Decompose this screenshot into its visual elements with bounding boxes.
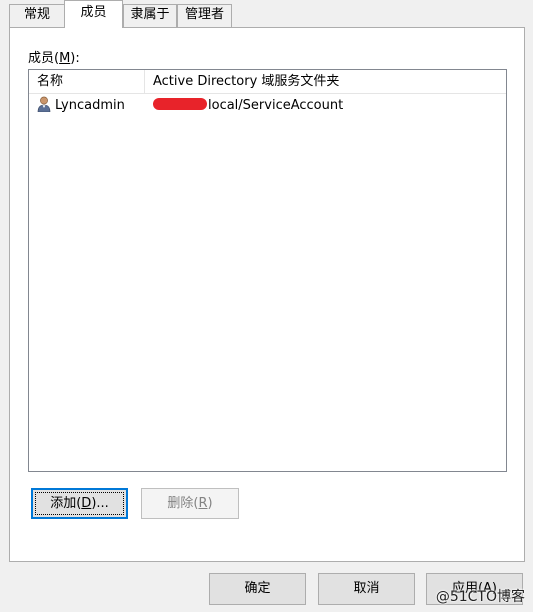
tab-member-of[interactable]: 隶属于 <box>123 4 177 27</box>
member-name: Lyncadmin <box>55 98 125 113</box>
members-tab-page: 成员(M): 名称 Active Directory 域服务文件夹 Lyncad… <box>9 27 525 562</box>
members-list-header: 名称 Active Directory 域服务文件夹 <box>29 70 506 94</box>
members-label: 成员(M): <box>28 47 80 66</box>
remove-button[interactable]: 删除(R) <box>141 488 239 519</box>
cancel-button[interactable]: 取消 <box>318 573 415 605</box>
tab-strip: 常规 成员 隶属于 管理者 <box>0 0 533 28</box>
list-item[interactable]: Lyncadmin local/ServiceAccount <box>29 95 506 117</box>
member-folder-cell: local/ServiceAccount <box>153 95 343 117</box>
tab-managed-by[interactable]: 管理者 <box>177 4 232 27</box>
members-label-suffix: ): <box>70 51 80 66</box>
ok-button[interactable]: 确定 <box>209 573 306 605</box>
member-name-cell: Lyncadmin <box>37 95 125 117</box>
focus-rect <box>35 492 124 515</box>
user-icon <box>37 96 51 112</box>
remove-label-suffix: ) <box>207 496 213 511</box>
column-header-name[interactable]: 名称 <box>29 70 145 94</box>
watermark: @51CTO博客 <box>435 589 525 605</box>
members-label-prefix: 成员( <box>28 51 60 66</box>
tab-members[interactable]: 成员 <box>64 0 123 28</box>
members-label-access-key: M <box>59 51 71 66</box>
tab-general[interactable]: 常规 <box>9 4 65 27</box>
remove-label-prefix: 删除( <box>167 496 199 511</box>
members-list[interactable]: 名称 Active Directory 域服务文件夹 Lyncadmin loc… <box>28 69 507 472</box>
add-button[interactable]: 添加(D)... <box>31 488 128 519</box>
member-folder: local/ServiceAccount <box>208 98 344 113</box>
remove-label-access-key: R <box>198 496 208 511</box>
column-header-folder[interactable]: Active Directory 域服务文件夹 <box>145 70 506 94</box>
redaction-mark <box>153 98 207 110</box>
